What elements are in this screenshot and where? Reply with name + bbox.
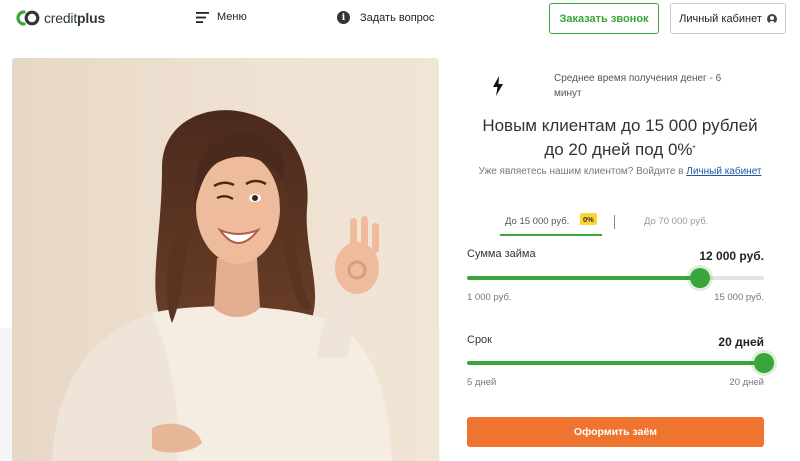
amount-label: Сумма займа bbox=[467, 248, 536, 260]
amount-slider[interactable] bbox=[467, 268, 764, 288]
ask-label: Задать вопрос bbox=[360, 11, 435, 24]
timing-text: Среднее время получения денег - 6 минут bbox=[554, 73, 722, 99]
lightning-icon bbox=[493, 76, 503, 96]
amount-slider-fill bbox=[467, 276, 701, 280]
timing-info: Среднее время получения денег - 6 минут bbox=[492, 71, 734, 101]
personal-cabinet-button[interactable]: Личный кабинет bbox=[670, 3, 786, 34]
existing-client-text: Уже являетесь нашим клиентом? Войдите в bbox=[478, 166, 684, 177]
term-value: 20 дней bbox=[718, 335, 764, 349]
user-icon bbox=[766, 13, 777, 24]
menu-label: Меню bbox=[217, 11, 247, 23]
menu-button[interactable]: Меню bbox=[196, 11, 247, 23]
tab-up-to-15000[interactable]: До 15 000 руб. 0% bbox=[500, 210, 602, 236]
term-slider-handle[interactable] bbox=[754, 353, 774, 373]
term-label: Срок bbox=[467, 334, 492, 346]
info-icon: i bbox=[337, 11, 350, 24]
ask-question-link[interactable]: i Задать вопрос bbox=[337, 11, 434, 24]
zero-percent-badge: 0% bbox=[580, 213, 597, 225]
logo-text-light: credit bbox=[44, 10, 78, 26]
apply-loan-button[interactable]: Оформить заём bbox=[467, 417, 764, 447]
logo-text: creditplus bbox=[44, 10, 105, 26]
logo[interactable]: creditplus bbox=[13, 8, 105, 28]
loan-tabs: До 15 000 руб. 0% До 70 000 руб. bbox=[500, 210, 740, 236]
hero-image bbox=[12, 58, 439, 461]
site-header: creditplus Меню i Задать вопрос Заказать… bbox=[0, 0, 800, 42]
headline-line-1: Новым клиентам до 15 000 рублей bbox=[482, 116, 758, 135]
logo-mark-icon bbox=[16, 10, 40, 26]
logo-text-bold: plus bbox=[77, 10, 106, 26]
headline-line-2: до 20 дней под 0%* bbox=[440, 138, 800, 162]
term-max-label: 20 дней bbox=[729, 377, 764, 388]
personal-cabinet-link[interactable]: Личный кабинет bbox=[686, 166, 761, 177]
term-min-label: 5 дней bbox=[467, 377, 497, 388]
cabinet-label: Личный кабинет bbox=[679, 12, 762, 25]
amount-max-label: 15 000 руб. bbox=[714, 292, 764, 303]
term-slider-fill bbox=[467, 361, 764, 365]
amount-value: 12 000 руб. bbox=[699, 249, 764, 263]
hamburger-icon bbox=[196, 11, 209, 23]
term-slider[interactable] bbox=[467, 353, 774, 373]
order-call-button[interactable]: Заказать звонок bbox=[549, 3, 659, 34]
tab-divider bbox=[614, 215, 615, 229]
tab-up-to-70000[interactable]: До 70 000 руб. bbox=[644, 216, 708, 227]
offer-headline: Новым клиентам до 15 000 рублей до 20 дн… bbox=[440, 114, 800, 162]
tab-up-to-15000-label: До 15 000 руб. bbox=[505, 216, 570, 227]
headline-line-2-text: до 20 дней под 0% bbox=[544, 140, 693, 159]
amount-min-label: 1 000 руб. bbox=[467, 292, 512, 303]
woman-ok-gesture-illustration bbox=[52, 110, 392, 461]
headline-footnote-mark: * bbox=[692, 144, 696, 153]
existing-client-note: Уже являетесь нашим клиентом? Войдите в … bbox=[440, 166, 800, 177]
